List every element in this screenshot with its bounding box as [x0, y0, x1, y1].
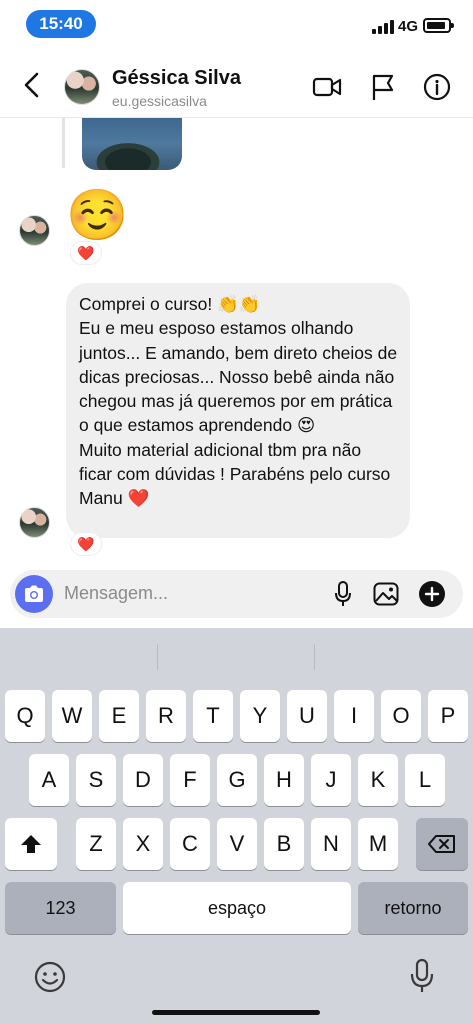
key-i[interactable]: I — [334, 690, 374, 742]
message-composer[interactable]: Mensagem... — [10, 570, 463, 618]
key-u[interactable]: U — [287, 690, 327, 742]
key-f[interactable]: F — [170, 754, 210, 806]
key-y[interactable]: Y — [240, 690, 280, 742]
message-reaction[interactable]: ❤️ — [70, 532, 102, 556]
key-g[interactable]: G — [217, 754, 257, 806]
dictation-icon[interactable] — [408, 958, 436, 994]
key-n[interactable]: N — [311, 818, 351, 870]
key-x[interactable]: X — [123, 818, 163, 870]
gallery-icon[interactable] — [372, 580, 400, 608]
contact-name[interactable]: Géssica Silva — [112, 67, 241, 90]
video-call-icon[interactable] — [312, 72, 342, 102]
home-indicator — [152, 1010, 320, 1015]
shared-photo[interactable] — [82, 118, 182, 170]
numbers-key[interactable]: 123 — [5, 882, 116, 934]
camera-icon — [25, 585, 43, 602]
emoji-reaction[interactable]: ❤️ — [70, 241, 102, 265]
camera-button[interactable] — [15, 575, 53, 613]
key-l[interactable]: L — [405, 754, 445, 806]
status-bar: 15:40 4G — [0, 0, 473, 48]
contact-handle[interactable]: eu.gessicasilva — [112, 93, 207, 109]
message-bubble[interactable]: Comprei o curso! 👏👏 Eu e meu esposo esta… — [66, 283, 410, 538]
sender-avatar[interactable] — [19, 215, 50, 246]
key-m[interactable]: M — [358, 818, 398, 870]
key-a[interactable]: A — [29, 754, 69, 806]
sender-avatar[interactable] — [19, 507, 50, 538]
key-s[interactable]: S — [76, 754, 116, 806]
key-j[interactable]: J — [311, 754, 351, 806]
key-e[interactable]: E — [99, 690, 139, 742]
emoji-icon[interactable] — [33, 960, 67, 994]
keyboard: Q W E R T Y U I O P A S D F G H J K L Z … — [0, 628, 473, 1024]
key-b[interactable]: B — [264, 818, 304, 870]
status-time: 15:40 — [26, 10, 96, 38]
key-v[interactable]: V — [217, 818, 257, 870]
add-icon[interactable] — [418, 580, 446, 608]
chat-header: Géssica Silva eu.gessicasilva — [0, 52, 473, 118]
backspace-icon — [428, 835, 455, 853]
return-key[interactable]: retorno — [358, 882, 468, 934]
key-w[interactable]: W — [52, 690, 92, 742]
key-h[interactable]: H — [264, 754, 304, 806]
key-r[interactable]: R — [146, 690, 186, 742]
network-label: 4G — [398, 18, 419, 35]
contact-avatar[interactable] — [64, 69, 100, 105]
signal-icon — [372, 20, 394, 34]
key-t[interactable]: T — [193, 690, 233, 742]
key-p[interactable]: P — [428, 690, 468, 742]
space-key[interactable]: espaço — [123, 882, 351, 934]
key-k[interactable]: K — [358, 754, 398, 806]
battery-icon — [423, 18, 454, 33]
reply-indicator — [62, 118, 65, 168]
key-z[interactable]: Z — [76, 818, 116, 870]
shift-key[interactable] — [5, 818, 57, 870]
backspace-key[interactable] — [416, 818, 468, 870]
message-input[interactable]: Mensagem... — [64, 583, 168, 604]
message-text: Comprei o curso! 👏👏 Eu e meu esposo esta… — [79, 294, 398, 509]
emoji-message[interactable]: ☺️ — [66, 187, 128, 243]
key-c[interactable]: C — [170, 818, 210, 870]
key-d[interactable]: D — [123, 754, 163, 806]
info-icon[interactable] — [422, 72, 452, 102]
key-q[interactable]: Q — [5, 690, 45, 742]
flag-icon[interactable] — [368, 72, 398, 102]
shift-icon — [21, 835, 41, 853]
key-o[interactable]: O — [381, 690, 421, 742]
microphone-icon[interactable] — [329, 580, 357, 608]
back-icon[interactable] — [20, 70, 46, 100]
